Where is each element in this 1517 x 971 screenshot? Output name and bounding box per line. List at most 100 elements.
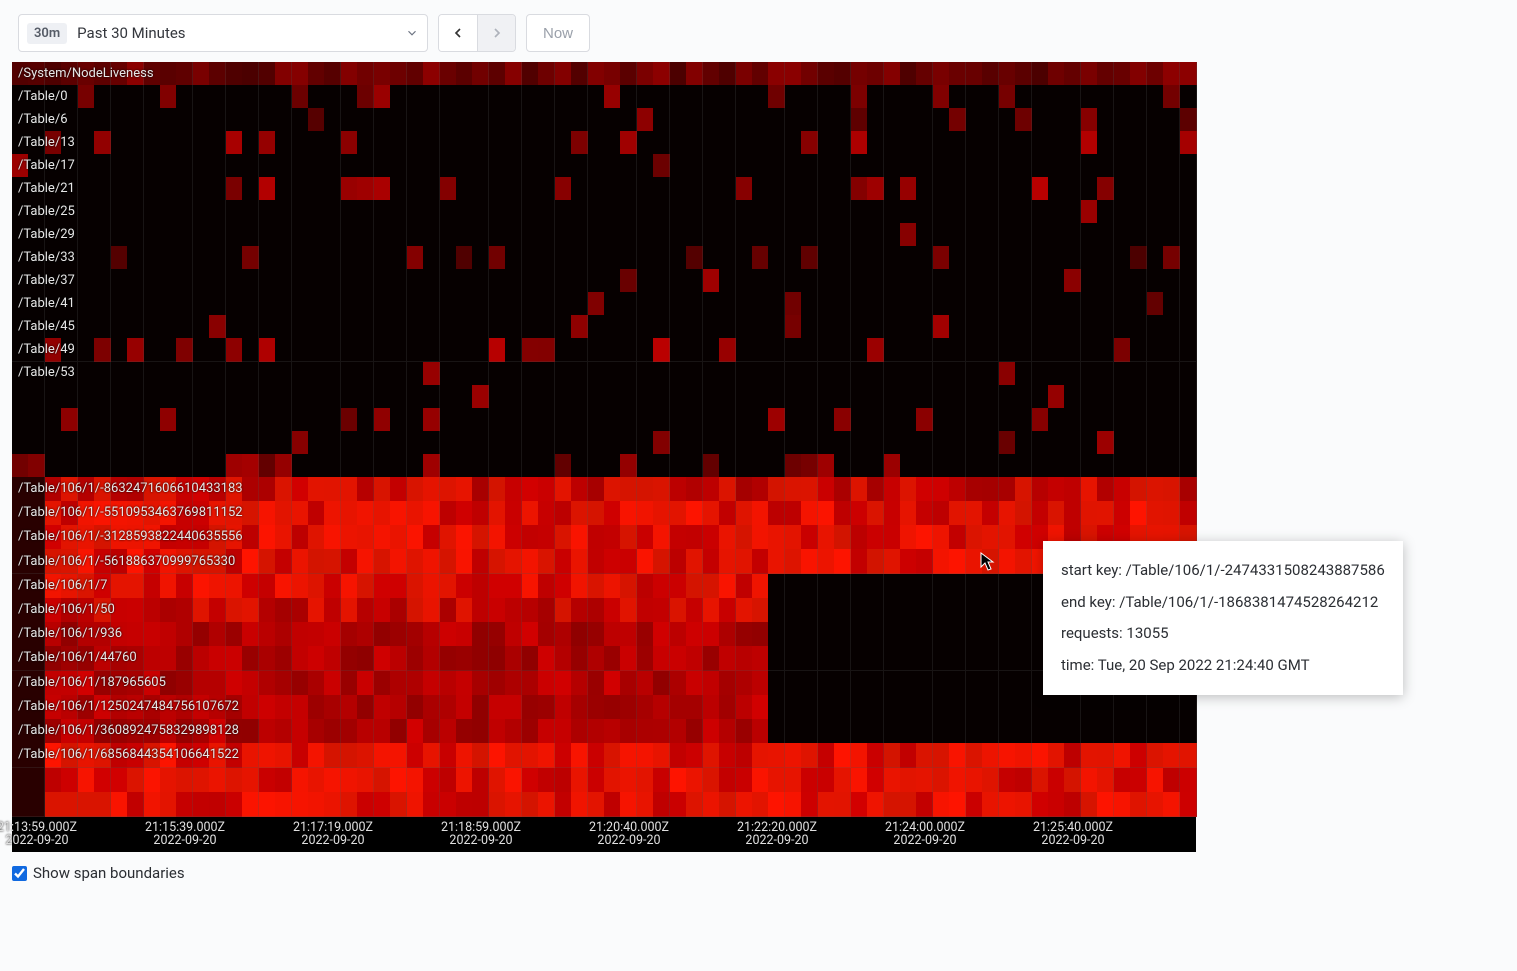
heatmap-cell[interactable] [144, 315, 161, 339]
heatmap-cell[interactable] [768, 154, 785, 178]
heatmap-cell[interactable] [555, 385, 572, 409]
heatmap-cell[interactable] [884, 292, 901, 316]
heatmap-cell[interactable] [226, 108, 243, 132]
heatmap-cell[interactable] [1081, 338, 1098, 362]
heatmap-cell[interactable] [999, 743, 1016, 768]
heatmap-cell[interactable] [620, 292, 637, 316]
heatmap-cell[interactable] [818, 525, 835, 550]
heatmap-cell[interactable] [292, 246, 309, 270]
heatmap-cell[interactable] [1064, 269, 1081, 293]
heatmap-cell[interactable] [144, 131, 161, 155]
heatmap-cell[interactable] [867, 131, 884, 155]
heatmap-cell[interactable] [1064, 85, 1081, 109]
heatmap-cell[interactable] [867, 269, 884, 293]
heatmap-cell[interactable] [1163, 695, 1180, 720]
heatmap-cell[interactable] [1015, 177, 1032, 201]
heatmap-cell[interactable] [374, 292, 391, 316]
heatmap-cell[interactable] [884, 477, 901, 502]
heatmap-cell[interactable] [999, 85, 1016, 109]
heatmap-cell[interactable] [292, 385, 309, 409]
heatmap-cell[interactable] [341, 792, 358, 817]
heatmap-cell[interactable] [1180, 200, 1197, 224]
heatmap-cell[interactable] [226, 646, 243, 671]
heatmap-cell[interactable] [703, 62, 720, 86]
heatmap-cell[interactable] [390, 598, 407, 623]
heatmap-cell[interactable] [111, 108, 128, 132]
heatmap-cell[interactable] [916, 246, 933, 270]
heatmap-cell[interactable] [28, 292, 45, 316]
heatmap-cell[interactable] [703, 269, 720, 293]
heatmap-cell[interactable] [1114, 792, 1131, 817]
heatmap-cell[interactable] [1048, 85, 1065, 109]
heatmap-cell[interactable] [176, 408, 193, 432]
heatmap-cell[interactable] [193, 768, 210, 793]
heatmap-cell[interactable] [604, 108, 621, 132]
heatmap-cell[interactable] [78, 431, 95, 455]
heatmap-cell[interactable] [242, 292, 259, 316]
heatmap-cell[interactable] [1048, 154, 1065, 178]
heatmap-cell[interactable] [538, 622, 555, 647]
heatmap-cell[interactable] [1180, 338, 1197, 362]
heatmap-cell[interactable] [324, 431, 341, 455]
heatmap-cell[interactable] [160, 338, 177, 362]
heatmap-cell[interactable] [324, 315, 341, 339]
heatmap-cell[interactable] [1147, 62, 1164, 86]
heatmap-cell[interactable] [489, 598, 506, 623]
heatmap-cell[interactable] [1081, 154, 1098, 178]
heatmap-cell[interactable] [982, 574, 999, 599]
heatmap-cell[interactable] [1163, 792, 1180, 817]
heatmap-cell[interactable] [292, 200, 309, 224]
heatmap-cell[interactable] [620, 338, 637, 362]
heatmap-cell[interactable] [1032, 315, 1049, 339]
heatmap-cell[interactable] [242, 223, 259, 247]
heatmap-cell[interactable] [324, 792, 341, 817]
heatmap-cell[interactable] [1032, 131, 1049, 155]
heatmap-cell[interactable] [571, 574, 588, 599]
heatmap-cell[interactable] [61, 525, 78, 550]
heatmap-cell[interactable] [1180, 315, 1197, 339]
heatmap-cell[interactable] [61, 695, 78, 720]
heatmap-cell[interactable] [768, 62, 785, 86]
heatmap-cell[interactable] [308, 108, 325, 132]
heatmap-cell[interactable] [259, 525, 276, 550]
heatmap-cell[interactable] [489, 719, 506, 744]
heatmap-cell[interactable] [538, 269, 555, 293]
heatmap-cell[interactable] [341, 408, 358, 432]
heatmap-cell[interactable] [818, 200, 835, 224]
heatmap-cell[interactable] [1180, 408, 1197, 432]
heatmap-cell[interactable] [703, 574, 720, 599]
heatmap-cell[interactable] [1097, 223, 1114, 247]
heatmap-cell[interactable] [489, 431, 506, 455]
heatmap-cell[interactable] [719, 549, 736, 574]
heatmap-cell[interactable] [916, 622, 933, 647]
heatmap-cell[interactable] [78, 154, 95, 178]
heatmap-cell[interactable] [752, 646, 769, 671]
heatmap-cell[interactable] [61, 431, 78, 455]
heatmap-cell[interactable] [686, 695, 703, 720]
heatmap-cell[interactable] [768, 549, 785, 574]
heatmap-cell[interactable] [456, 223, 473, 247]
heatmap-cell[interactable] [933, 408, 950, 432]
heatmap-cell[interactable] [966, 315, 983, 339]
heatmap-cell[interactable] [193, 646, 210, 671]
heatmap-cell[interactable] [407, 315, 424, 339]
heatmap-cell[interactable] [1048, 743, 1065, 768]
heatmap-cell[interactable] [1032, 743, 1049, 768]
heatmap-cell[interactable] [966, 454, 983, 478]
heatmap-cell[interactable] [851, 292, 868, 316]
heatmap-cell[interactable] [292, 574, 309, 599]
heatmap-cell[interactable] [489, 525, 506, 550]
heatmap-cell[interactable] [604, 62, 621, 86]
heatmap-cell[interactable] [966, 338, 983, 362]
heatmap-cell[interactable] [127, 792, 144, 817]
heatmap-cell[interactable] [1114, 292, 1131, 316]
heatmap-cell[interactable] [341, 223, 358, 247]
heatmap-cell[interactable] [999, 768, 1016, 793]
heatmap-cell[interactable] [801, 477, 818, 502]
heatmap-cell[interactable] [571, 62, 588, 86]
heatmap-cell[interactable] [160, 574, 177, 599]
heatmap-cell[interactable] [588, 131, 605, 155]
heatmap-cell[interactable] [341, 246, 358, 270]
heatmap-cell[interactable] [160, 695, 177, 720]
heatmap-cell[interactable] [209, 362, 226, 386]
